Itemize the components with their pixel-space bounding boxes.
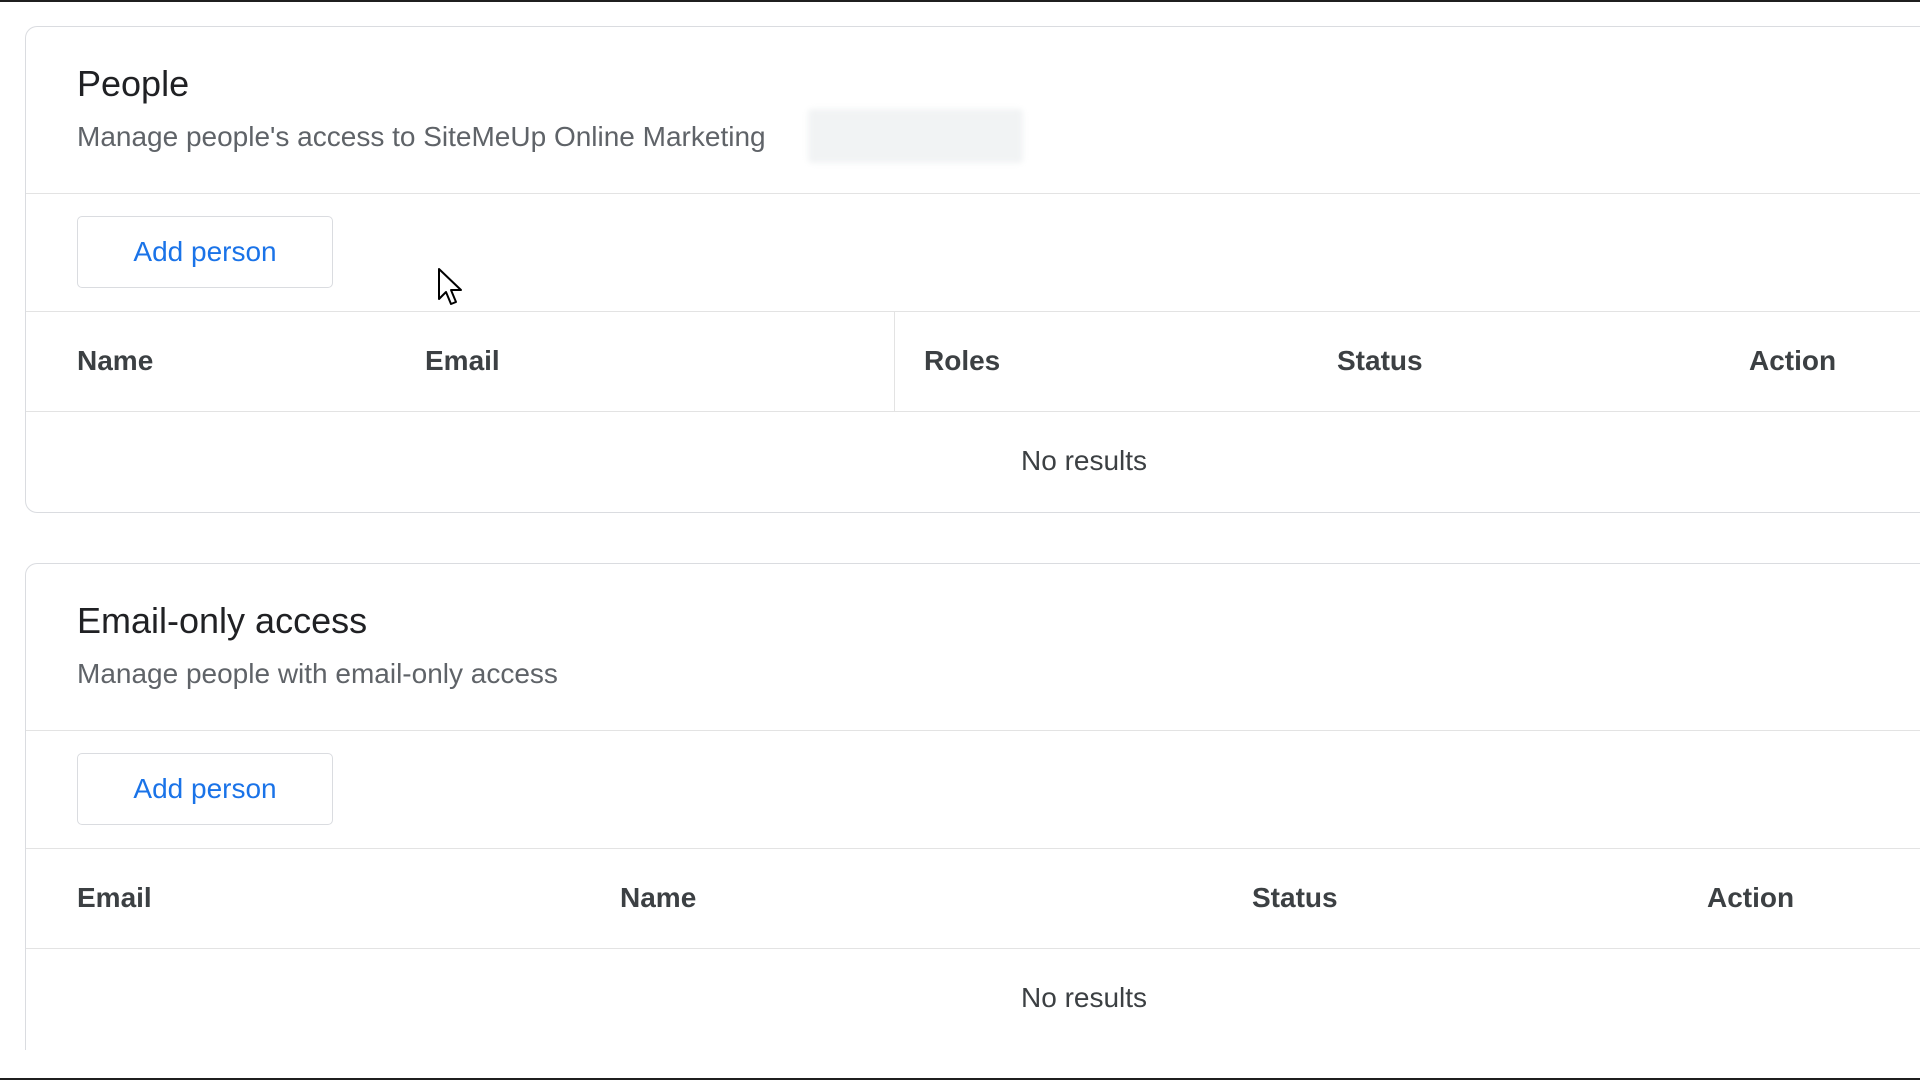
email-only-col-name[interactable]: Name: [620, 848, 696, 948]
people-card: People Manage people's access to SiteMeU…: [25, 26, 1920, 513]
email-only-add-person-button[interactable]: Add person: [77, 753, 333, 825]
people-title: People: [77, 63, 190, 104]
people-add-person-button[interactable]: Add person: [77, 216, 333, 288]
people-toolbar: Add person: [26, 193, 1920, 312]
email-only-toolbar: Add person: [26, 730, 1920, 849]
people-no-results-text: No results: [1021, 445, 1148, 476]
people-col-action: Action: [1749, 345, 1837, 376]
email-only-col-status[interactable]: Status: [1252, 848, 1338, 948]
email-only-title: Email-only access: [77, 600, 368, 641]
page: People Manage people's access to SiteMeU…: [0, 0, 1920, 1080]
people-subtitle: Manage people's access to SiteMeUp Onlin…: [77, 121, 766, 152]
email-only-no-results-text: No results: [1021, 982, 1148, 1013]
mouse-pointer-icon: [438, 268, 462, 305]
email-only-header: Email-only access Manage people with ema…: [26, 564, 1920, 731]
email-only-col-action: Action: [1707, 882, 1795, 913]
email-only-subtitle: Manage people with email-only access: [77, 658, 558, 689]
people-header: People Manage people's access to SiteMeU…: [26, 27, 1920, 194]
top-border: [0, 0, 1920, 2]
people-col-status[interactable]: Status: [1337, 311, 1423, 411]
redacted-account-name: [808, 109, 1023, 163]
people-col-email[interactable]: Email: [425, 311, 500, 411]
people-col-roles[interactable]: Roles: [924, 311, 1000, 411]
people-table-header: Name Email Roles Status Action: [26, 311, 1920, 412]
email-only-table-header: Email Name Status Action: [26, 848, 1920, 949]
email-only-empty-row: No results: [26, 948, 1920, 1048]
email-only-col-email[interactable]: Email: [77, 848, 152, 948]
email-only-card: Email-only access Manage people with ema…: [25, 563, 1920, 1050]
people-col-divider[interactable]: [894, 311, 895, 411]
people-empty-row: No results: [26, 411, 1920, 511]
people-col-name[interactable]: Name: [77, 311, 153, 411]
